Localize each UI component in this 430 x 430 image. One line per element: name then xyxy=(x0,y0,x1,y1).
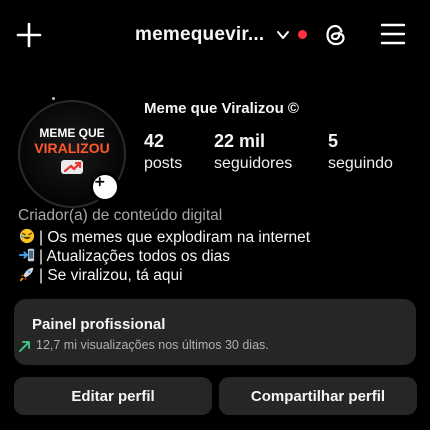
edit-profile-button[interactable]: Editar perfil xyxy=(14,377,212,415)
panel-subtitle: 12,7 mi visualizações nos últimos 30 dia… xyxy=(36,338,269,352)
plus-small-icon xyxy=(95,177,105,187)
laughing-emoji-icon xyxy=(19,228,35,244)
add-story-button[interactable] xyxy=(90,172,120,202)
professional-dashboard-panel[interactable]: Painel profissional xyxy=(14,299,416,365)
trending-up-icon xyxy=(19,341,30,352)
share-profile-button[interactable]: Compartilhar perfil xyxy=(219,377,417,415)
bio-line-text: | Os memes que explodiram na internet xyxy=(39,229,311,246)
threads-icon[interactable] xyxy=(323,22,349,48)
bio-line: | Se viralizou, tá aqui xyxy=(18,266,183,285)
chevron-down-icon[interactable] xyxy=(276,29,290,41)
rocket-emoji-icon xyxy=(19,267,34,282)
bio-line-text: | Atualizações todos os dias xyxy=(39,248,231,265)
following-label[interactable]: seguindo xyxy=(328,155,393,173)
followers-label[interactable]: seguidores xyxy=(214,155,292,173)
username-switcher[interactable]: memequevir... xyxy=(135,24,264,46)
trend-arrow-icon xyxy=(61,160,83,174)
posts-label[interactable]: posts xyxy=(144,155,182,173)
top-bar: memequevir... xyxy=(0,0,430,70)
bio-line: | Atualizações todos os dias xyxy=(18,247,230,266)
panel-title: Painel profissional xyxy=(32,316,166,333)
posts-count[interactable]: 42 xyxy=(144,131,164,152)
followers-count[interactable]: 22 mil xyxy=(214,131,265,152)
bio-line: | Os memes que explodiram na internet xyxy=(18,228,310,247)
display-name: Meme que Viralizou © xyxy=(144,100,299,117)
plus-icon[interactable] xyxy=(16,22,42,48)
notification-dot xyxy=(298,30,307,39)
following-count[interactable]: 5 xyxy=(328,131,338,152)
avatar-logo-text-line1: MEME QUE xyxy=(39,126,105,140)
bio-line-text: | Se viralizou, tá aqui xyxy=(39,267,183,284)
menu-icon[interactable] xyxy=(380,22,406,46)
avatar-logo-text-line2: VIRALIZOU xyxy=(34,140,110,156)
phone-arrow-emoji-icon xyxy=(19,248,35,262)
profile-category: Criador(a) de conteúdo digital xyxy=(18,207,223,224)
